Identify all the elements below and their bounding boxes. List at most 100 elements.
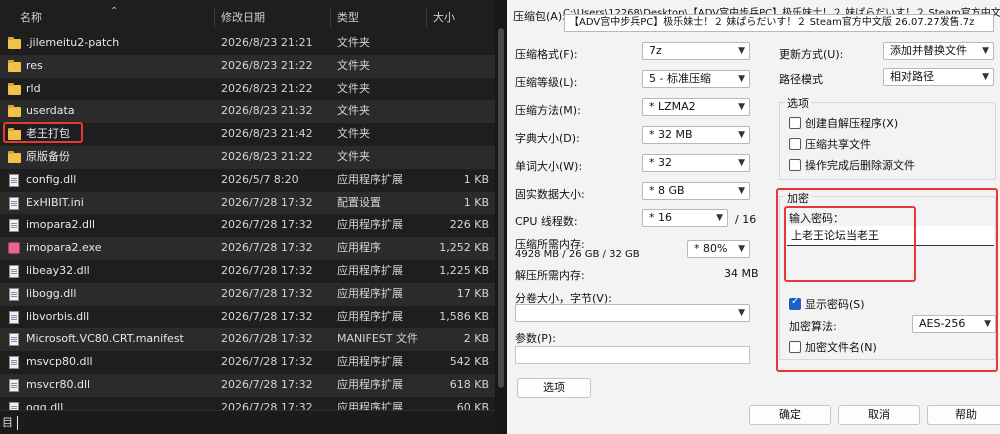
params-input[interactable] (515, 346, 750, 364)
file-icon (8, 328, 22, 351)
file-row[interactable]: msvcr80.dll 2026/7/28 17:32 应用程序扩展 618 KB (0, 373, 495, 397)
file-type: 应用程序扩展 (337, 172, 403, 186)
pathmode-value: 相对路径 (890, 70, 934, 83)
file-row[interactable]: libeay32.dll 2026/7/28 17:32 应用程序扩展 1,225 K… (0, 259, 495, 283)
file-type: 应用程序扩展 (337, 355, 403, 369)
file-date: 2026/5/7 8:20 (221, 172, 299, 186)
chevron-down-icon: ▼ (738, 186, 745, 196)
archive-name-input[interactable]: 【ADV宫中步兵PC】极乐妹士！２ 妹ぱらだいす！２ Steam官方中文版 26… (564, 14, 994, 32)
file-row[interactable]: userdata 2026/8/23 21:32 文件夹 (0, 100, 495, 124)
file-name: ExHIBIT.ini (26, 195, 84, 209)
file-size: 1 KB (463, 172, 489, 186)
file-row[interactable]: Microsoft.VC80.CRT.manifest 2026/7/28 17:… (0, 328, 495, 352)
file-date: 2026/8/23 21:21 (221, 36, 313, 49)
chevron-down-icon: ▼ (982, 46, 989, 56)
vertical-scrollbar[interactable] (495, 0, 507, 434)
file-type: 应用程序扩展 (337, 309, 403, 323)
scrollbar-thumb[interactable] (498, 28, 504, 388)
file-row[interactable]: rld 2026/8/23 21:22 文件夹 (0, 77, 495, 101)
file-date: 2026/8/23 21:32 (221, 104, 313, 118)
chevron-down-icon: ▼ (738, 74, 745, 84)
options-button[interactable]: 选项 (517, 378, 591, 398)
dict-value: * 32 MB (649, 128, 693, 141)
file-date: 2026/7/28 17:32 (221, 195, 313, 209)
column-header: ⌃ 名称 修改日期 类型 大小 (0, 6, 507, 28)
file-row[interactable]: ExHIBIT.ini 2026/7/28 17:32 配置设置 1 KB (0, 191, 495, 215)
update-value: 添加并替换文件 (890, 44, 967, 57)
shared-label: 压缩共享文件 (805, 138, 871, 151)
file-row[interactable]: .jilemeitu2-patch 2026/8/23 21:21 文件夹 (0, 32, 495, 55)
chevron-down-icon: ▼ (738, 130, 745, 140)
file-name: .jilemeitu2-patch (26, 36, 120, 49)
status-text: 目 (2, 416, 13, 429)
file-type: 应用程序 (337, 241, 381, 255)
file-type: 文件夹 (337, 81, 370, 95)
cancel-button[interactable]: 取消 (838, 405, 920, 425)
word-label: 单词大小(W): (515, 160, 583, 173)
file-size: 1,586 KB (439, 309, 489, 323)
file-list: .jilemeitu2-patch 2026/8/23 21:21 文件夹 res 20… (0, 32, 495, 420)
file-row[interactable]: config.dll 2026/5/7 8:20 应用程序扩展 1 KB (0, 168, 495, 192)
chevron-down-icon: ▼ (738, 244, 745, 254)
file-size: 1,252 KB (439, 241, 489, 255)
checkbox-box[interactable] (789, 117, 801, 129)
word-select[interactable]: * 32 ▼ (642, 154, 750, 172)
pathmode-select[interactable]: 相对路径 ▼ (883, 68, 994, 86)
level-select[interactable]: 5 - 标准压缩 ▼ (642, 70, 750, 88)
solid-value: * 8 GB (649, 184, 685, 197)
update-select[interactable]: 添加并替换文件 ▼ (883, 42, 994, 60)
file-type: 文件夹 (337, 127, 370, 141)
file-type: 文件夹 (337, 149, 370, 163)
file-icon (8, 169, 22, 192)
checkbox-box[interactable] (789, 138, 801, 150)
level-label: 压缩等级(L): (515, 76, 578, 89)
file-date: 2026/7/28 17:32 (221, 355, 313, 369)
sfx-checkbox[interactable]: 创建自解压程序(X) (789, 115, 898, 131)
dict-select[interactable]: * 32 MB ▼ (642, 126, 750, 144)
column-size[interactable]: 大小 (427, 8, 493, 28)
file-row[interactable]: msvcp80.dll 2026/7/28 17:32 应用程序扩展 542 KB (0, 351, 495, 374)
file-date: 2026/7/28 17:32 (221, 332, 313, 346)
column-date[interactable]: 修改日期 (215, 8, 331, 28)
file-size: 542 KB (449, 355, 489, 369)
cpu-select[interactable]: * 16 ▼ (642, 209, 728, 227)
word-value: * 32 (649, 156, 672, 169)
chevron-down-icon: ▼ (716, 213, 723, 223)
help-button[interactable]: 帮助 (927, 405, 1000, 425)
split-select[interactable]: ▼ (515, 304, 750, 322)
column-date-label: 修改日期 (221, 11, 265, 24)
method-select[interactable]: * LZMA2 ▼ (642, 98, 750, 116)
file-date: 2026/7/28 17:32 (221, 309, 313, 323)
file-name: imopara2.exe (26, 241, 102, 255)
file-size: 1 KB (463, 195, 489, 209)
file-row[interactable]: libogg.dll 2026/7/28 17:32 应用程序扩展 17 KB (0, 282, 495, 306)
pathmode-label: 路径模式 (779, 73, 823, 86)
solid-label: 固实数据大小: (515, 188, 585, 201)
ok-button[interactable]: 确定 (749, 405, 831, 425)
method-label: 压缩方法(M): (515, 104, 581, 117)
file-type: 应用程序扩展 (337, 218, 403, 232)
file-icon (8, 283, 22, 306)
column-type[interactable]: 类型 (331, 8, 427, 28)
chevron-down-icon: ▼ (738, 158, 745, 168)
highlight-box-folder (3, 122, 83, 143)
file-row[interactable]: res 2026/8/23 21:22 文件夹 (0, 54, 495, 78)
exe-icon (8, 237, 22, 260)
checkbox-box[interactable] (789, 159, 801, 171)
shared-checkbox[interactable]: 压缩共享文件 (789, 136, 871, 152)
file-row[interactable]: imopara2.dll 2026/7/28 17:32 应用程序扩展 226 KB (0, 214, 495, 238)
format-select[interactable]: 7z ▼ (642, 42, 750, 60)
file-row[interactable]: 原版备份 2026/8/23 21:22 文件夹 (0, 145, 495, 169)
update-label: 更新方式(U): (779, 48, 844, 61)
file-row[interactable]: imopara2.exe 2026/7/28 17:32 应用程序 1,252 KB (0, 237, 495, 260)
cpu-label: CPU 线程数: (515, 215, 578, 228)
file-type: 文件夹 (337, 58, 370, 72)
solid-select[interactable]: * 8 GB ▼ (642, 182, 750, 200)
file-type: 配置设置 (337, 195, 381, 209)
file-size: 618 KB (449, 377, 489, 391)
column-name[interactable]: ⌃ 名称 (0, 6, 215, 28)
mem-select[interactable]: * 80% ▼ (687, 240, 750, 258)
file-row[interactable]: libvorbis.dll 2026/7/28 17:32 应用程序扩展 1,586 … (0, 305, 495, 329)
delete-checkbox[interactable]: 操作完成后删除源文件 (789, 157, 915, 173)
file-date: 2026/7/28 17:32 (221, 218, 313, 232)
